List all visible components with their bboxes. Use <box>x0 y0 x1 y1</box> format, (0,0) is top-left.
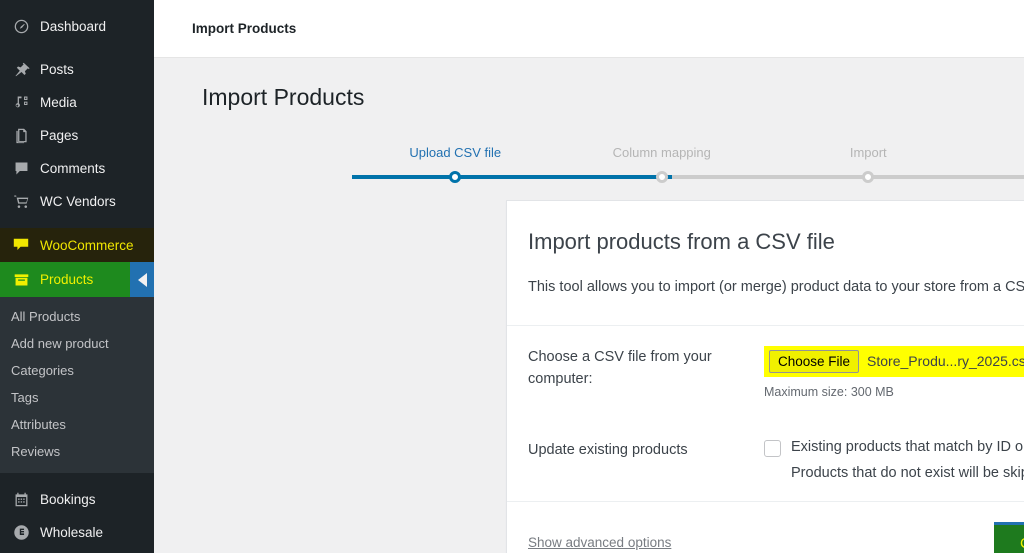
sidebar-item-woocommerce[interactable]: WooCommerce <box>0 228 154 262</box>
sidebar-item-label: Comments <box>40 161 106 176</box>
file-chooser-row: Choose a CSV file from your computer: Ch… <box>507 326 1024 419</box>
breadcrumb: Import Products <box>192 21 297 36</box>
update-existing-label: Update existing products <box>528 441 688 458</box>
sidebar-item-wc-vendors[interactable]: WC Vendors <box>0 185 154 218</box>
stepper-progress-fill <box>352 175 672 179</box>
max-file-size-hint: Maximum size: 300 MB <box>764 384 894 399</box>
sidebar-item-label: Pages <box>40 128 79 143</box>
admin-sidebar: Dashboard Posts Media Pages Comments WC … <box>0 0 154 553</box>
import-stepper: Upload CSV file Column mapping Import Do… <box>352 145 1024 185</box>
step-label-column-mapping: Column mapping <box>612 145 711 160</box>
cart-icon <box>11 192 31 212</box>
admin-bar: Import Products <box>154 0 1024 58</box>
submenu-item-categories[interactable]: Categories <box>0 357 154 384</box>
sidebar-item-label: Media <box>40 95 77 110</box>
products-submenu: All Products Add new product Categories … <box>0 297 154 473</box>
card-heading: Import products from a CSV file <box>528 229 835 254</box>
admin-screen: Dashboard Posts Media Pages Comments WC … <box>0 0 1024 553</box>
sidebar-item-label: Wholesale <box>40 525 104 540</box>
submenu-item-tags[interactable]: Tags <box>0 384 154 411</box>
sidebar-item-partial[interactable] <box>0 549 154 553</box>
card-header: Import products from a CSV file This too… <box>507 201 1024 325</box>
stepper-track <box>352 171 1024 183</box>
update-existing-checkbox-line[interactable]: Existing products that match by ID or SK… <box>764 439 1024 457</box>
sidebar-item-label: Products <box>40 272 94 287</box>
update-existing-checkbox[interactable] <box>764 439 781 457</box>
sidebar-item-label: Posts <box>40 62 74 77</box>
step-label-upload-csv-file[interactable]: Upload CSV file <box>352 145 559 165</box>
media-icon <box>11 93 31 113</box>
step-label-done: Done! <box>972 145 1024 165</box>
sidebar-item-label: Bookings <box>40 492 96 507</box>
step-label-import: Import <box>849 145 887 160</box>
submenu-item-reviews[interactable]: Reviews <box>0 438 154 465</box>
card-footer: Show advanced options Continue <box>507 502 1024 553</box>
card-description: This tool allows you to import (or merge… <box>528 279 1024 295</box>
comment-icon <box>11 159 31 179</box>
products-icon <box>11 270 31 290</box>
stepper-labels: Upload CSV file Column mapping Import Do… <box>352 145 1024 165</box>
sidebar-item-wholesale[interactable]: Wholesale <box>0 516 154 549</box>
sidebar-item-bookings[interactable]: Bookings <box>0 483 154 516</box>
sidebar-item-comments[interactable]: Comments <box>0 152 154 185</box>
pin-icon <box>11 60 31 80</box>
main-content: Import Products Import Products Upload C… <box>154 0 1024 553</box>
dashboard-icon <box>11 17 31 37</box>
update-existing-sub-label: Products that do not exist will be skipp… <box>791 464 1024 481</box>
calendar-icon <box>11 490 31 510</box>
selected-file-name: Store_Produ...ry_2025.csv <box>867 353 1024 370</box>
sidebar-item-label: WooCommerce <box>40 237 134 253</box>
submenu-item-attributes[interactable]: Attributes <box>0 411 154 438</box>
wholesale-icon <box>11 523 31 543</box>
current-menu-arrow-icon <box>130 262 154 297</box>
file-chooser-label: Choose a CSV file from your computer: <box>528 348 712 388</box>
update-existing-row: Update existing products Existing produc… <box>507 419 1024 501</box>
import-card: Import products from a CSV file This too… <box>506 200 1024 553</box>
sidebar-item-pages[interactable]: Pages <box>0 119 154 152</box>
file-chooser-field: Choose File Store_Produ...ry_2025.csv Ma… <box>764 345 1024 399</box>
sidebar-item-label: WC Vendors <box>40 194 116 209</box>
sidebar-item-posts[interactable]: Posts <box>0 53 154 86</box>
update-existing-field: Existing products that match by ID or SK… <box>764 439 1024 481</box>
sidebar-item-media[interactable]: Media <box>0 86 154 119</box>
continue-button[interactable]: Continue <box>993 521 1024 553</box>
pages-icon <box>11 126 31 146</box>
submenu-item-all-products[interactable]: All Products <box>0 303 154 330</box>
file-input-highlight[interactable]: Choose File Store_Produ...ry_2025.csv <box>764 345 1024 377</box>
update-existing-checkbox-label: Existing products that match by ID or SK… <box>791 438 1024 455</box>
step-dot-column-mapping <box>656 171 668 183</box>
sidebar-item-dashboard[interactable]: Dashboard <box>0 10 154 43</box>
sidebar-item-label: Dashboard <box>40 19 107 34</box>
sidebar-item-products[interactable]: Products <box>0 262 154 297</box>
page-title: Import Products <box>202 84 365 110</box>
show-advanced-options-link[interactable]: Show advanced options <box>528 535 671 550</box>
submenu-item-add-new-product[interactable]: Add new product <box>0 330 154 357</box>
step-dot-upload-csv-file <box>449 171 461 183</box>
step-dot-import <box>862 171 874 183</box>
woo-icon <box>11 235 31 255</box>
choose-file-button[interactable]: Choose File <box>769 349 860 373</box>
